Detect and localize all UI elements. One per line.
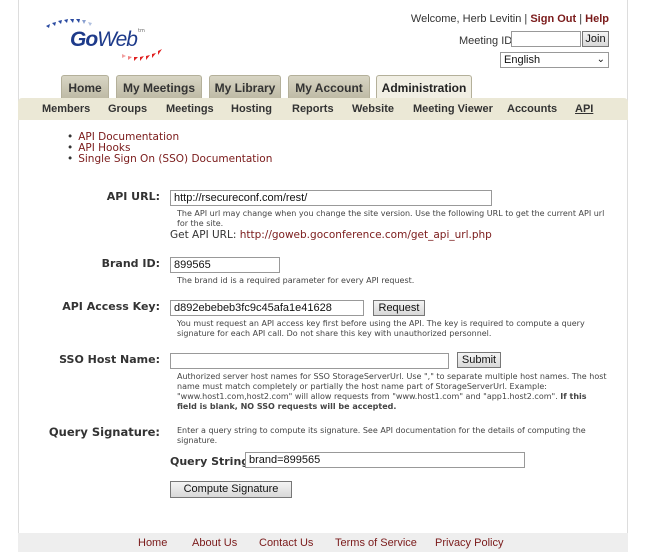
footer-about-us-link[interactable]: About Us — [192, 537, 237, 549]
footer-home-link[interactable]: Home — [138, 537, 167, 549]
help-link[interactable]: Help — [585, 13, 609, 25]
get-api-url-link[interactable]: http://goweb.goconference.com/get_api_ur… — [240, 229, 492, 241]
separator: | — [579, 13, 583, 25]
query-string-input[interactable]: brand=899565 — [245, 452, 525, 468]
submit-button[interactable]: Submit — [457, 352, 501, 368]
footer — [18, 533, 628, 552]
compute-signature-button[interactable]: Compute Signature — [170, 481, 292, 498]
subnav-accounts[interactable]: Accounts — [507, 103, 557, 115]
sso-documentation-link[interactable]: Single Sign On (SSO) Documentation — [67, 154, 272, 165]
request-button[interactable]: Request — [373, 300, 425, 316]
footer-privacy-link[interactable]: Privacy Policy — [435, 537, 503, 549]
logo-web: Web — [97, 28, 138, 51]
language-value: English — [504, 54, 541, 66]
sign-out-link[interactable]: Sign Out — [530, 13, 576, 25]
logo-tm: tm — [138, 28, 145, 34]
subnav-meeting-viewer[interactable]: Meeting Viewer — [413, 103, 493, 115]
footer-terms-link[interactable]: Terms of Service — [335, 537, 417, 549]
chevron-down-icon: ⌄ — [596, 54, 605, 65]
tab-my-library[interactable]: My Library — [209, 75, 281, 99]
brand-id-help: The brand id is a required parameter for… — [177, 276, 415, 285]
logo-go: Go — [70, 28, 98, 51]
sso-host-name-input[interactable] — [170, 353, 449, 369]
api-url-label: API URL: — [106, 190, 160, 203]
subnav-groups[interactable]: Groups — [108, 103, 147, 115]
doc-links: API Documentation API Hooks Single Sign … — [67, 132, 272, 165]
meeting-id-input[interactable] — [511, 31, 581, 47]
tab-my-meetings[interactable]: My Meetings — [116, 75, 202, 99]
query-signature-label: Query Signature: — [48, 425, 160, 439]
sso-host-name-help: Authorized server host names for SSO Sto… — [177, 372, 607, 412]
api-url-input[interactable]: http://rsecureconf.com/rest/ — [170, 190, 492, 206]
welcome-bar: Welcome, Herb Levitin | Sign Out | Help — [411, 13, 609, 25]
subnav-reports[interactable]: Reports — [292, 103, 334, 115]
goweb-logo[interactable]: GoWeb tm — [44, 14, 174, 66]
subnav-meetings[interactable]: Meetings — [166, 103, 214, 115]
get-api-url: Get API URL: http://goweb.goconference.c… — [170, 229, 492, 241]
api-url-help: The API url may change when you change t… — [177, 209, 605, 228]
language-select[interactable]: English ⌄ — [500, 52, 609, 68]
tab-home[interactable]: Home — [61, 75, 109, 99]
welcome-text: Welcome, Herb Levitin | — [410, 13, 528, 25]
subnav-api[interactable]: API — [575, 103, 593, 115]
api-access-key-label: API Access Key: — [62, 300, 160, 313]
api-access-key-help: You must request an API access key first… — [177, 319, 585, 338]
tab-my-account[interactable]: My Account — [288, 75, 370, 99]
subnav-hosting[interactable]: Hosting — [231, 103, 272, 115]
sso-help-text: Authorized server host names for SSO Sto… — [177, 372, 607, 401]
get-api-url-label: Get API URL: — [170, 229, 237, 241]
subnav-members[interactable]: Members — [42, 103, 90, 115]
query-string-label: Query String: — [170, 455, 254, 468]
subnav-website[interactable]: Website — [352, 103, 394, 115]
join-button[interactable]: Join — [582, 31, 609, 47]
sso-host-name-label: SSO Host Name: — [59, 353, 160, 366]
query-signature-help: Enter a query string to compute its sign… — [177, 426, 586, 445]
brand-id-label: Brand ID: — [101, 257, 160, 270]
tab-administration[interactable]: Administration — [376, 75, 472, 99]
footer-contact-us-link[interactable]: Contact Us — [259, 537, 313, 549]
brand-id-input[interactable]: 899565 — [170, 257, 280, 273]
api-access-key-input[interactable]: d892ebebeb3fc9c45afa1e41628 — [170, 300, 364, 316]
meeting-id-label: Meeting ID: — [459, 35, 516, 47]
